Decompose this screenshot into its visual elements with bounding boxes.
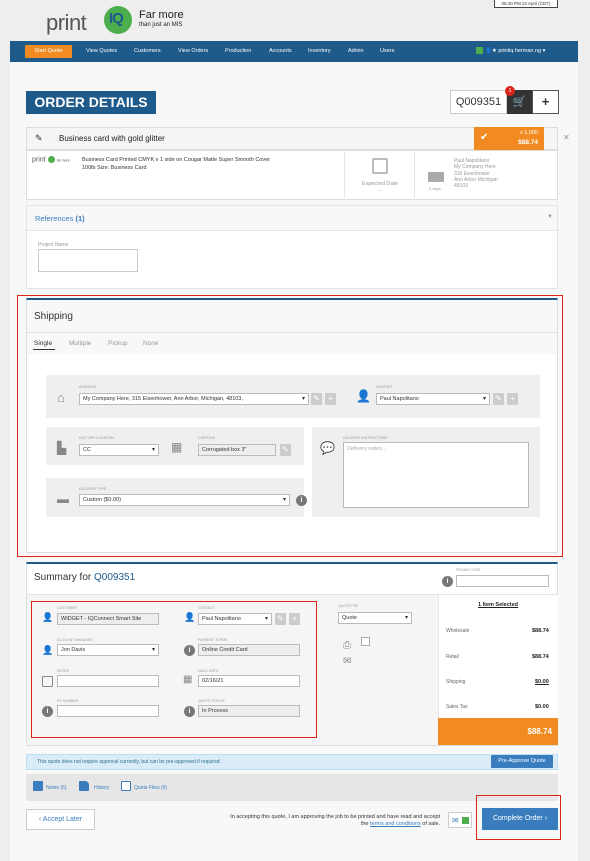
history-link[interactable]: History	[94, 785, 110, 791]
item-name: Business card with gold glitter	[59, 134, 165, 143]
add-item-button[interactable]: +	[532, 90, 559, 114]
expected-date: Expected Date...	[361, 181, 399, 193]
wholesale-label: Wholesale	[446, 628, 470, 634]
approval-alert: This quote does not require approval cur…	[26, 754, 558, 770]
chevron-down-icon[interactable]: ▼	[547, 214, 553, 220]
printiq-logo[interactable]: print IQ Far more than just an MIS	[46, 4, 196, 36]
email-quote-button[interactable]: ✉	[448, 812, 472, 828]
cart-count-badge: 1	[505, 86, 515, 96]
summary-highlight	[31, 601, 317, 738]
complete-highlight	[476, 795, 561, 840]
sales-tax-value: $0.00	[535, 704, 549, 710]
promo-label: PROMO CODE	[456, 568, 481, 572]
status-icon	[462, 817, 469, 824]
sales-tax-label: Sales Tax	[446, 704, 468, 710]
summary-title: Summary for Q009351	[34, 572, 136, 583]
image-file-icon	[121, 781, 131, 791]
status-icon	[476, 47, 483, 54]
quote-pdf-select[interactable]: Quote	[338, 612, 412, 624]
wholesale-value: $88.74	[532, 628, 549, 634]
notes-link[interactable]: Notes (6)	[46, 785, 67, 791]
acceptance-note: In accepting this quote, I am approving …	[230, 814, 440, 827]
terms-link[interactable]: terms and conditions	[370, 821, 421, 827]
main-nav: Start Quote View Quotes Customers View O…	[10, 41, 578, 62]
nav-users[interactable]: Users	[380, 48, 394, 54]
promo-code-input[interactable]	[456, 575, 549, 587]
start-quote-button[interactable]: Start Quote	[25, 45, 72, 58]
user-menu[interactable]: 👤★ printiq.herman.ng ▾	[476, 47, 545, 54]
logo-subtagline: than just an MIS	[139, 22, 183, 28]
email-icon: ✉	[452, 816, 459, 825]
nav-customers[interactable]: Customers	[134, 48, 161, 54]
nav-accounts[interactable]: Accounts	[269, 48, 292, 54]
accept-later-button[interactable]: ‹ Accept Later	[26, 809, 95, 830]
user-icon: 👤★	[485, 47, 499, 54]
notes-link-icon	[33, 781, 43, 791]
delivery-days: 2 days	[429, 186, 441, 191]
logo-word: print	[46, 10, 87, 35]
delivery-address: Paul Napolitano My Company Here 315 Eisenh…	[454, 158, 498, 190]
pencil-icon[interactable]: ✎	[35, 133, 43, 144]
pre-approve-button[interactable]: Pre-Approve Quote	[491, 755, 553, 768]
item-quantity: x 1,000	[519, 130, 538, 136]
project-name-label: Project Name	[38, 242, 69, 248]
shipping-value[interactable]: $0.00	[535, 679, 549, 685]
quote-number: Q009351	[450, 90, 507, 114]
logo-tagline: Far more	[139, 9, 184, 21]
project-name-input[interactable]	[38, 249, 138, 272]
close-icon[interactable]: ✕	[563, 133, 570, 142]
item-price: $88.74	[518, 139, 538, 146]
email-icon[interactable]: ✉	[343, 656, 351, 667]
page-title: ORDER DETAILS	[26, 91, 156, 114]
nav-inventory[interactable]: Inventory	[308, 48, 331, 54]
item-description: Business Card Printed CMYK x 1 side on C…	[82, 157, 271, 171]
mini-logo: print far more	[32, 156, 70, 164]
shipping-highlight	[17, 295, 563, 557]
quote-files-link[interactable]: Quote Files (6)	[134, 785, 167, 791]
folder-icon	[79, 781, 89, 791]
calendar-icon[interactable]	[372, 158, 388, 174]
check-icon: ✔	[480, 132, 489, 143]
clock: 06:40 PM 22 April (CDT)	[494, 0, 558, 8]
shipping-label: Shipping	[446, 679, 466, 685]
retail-value: $88.74	[532, 654, 549, 660]
nav-view-quotes[interactable]: View Quotes	[86, 48, 117, 54]
references-header[interactable]: References (1) ▼	[26, 205, 558, 231]
pdf-preview-image[interactable]	[361, 637, 370, 646]
retail-label: Retail	[446, 654, 459, 660]
logo-mark: IQ	[104, 6, 132, 34]
total-amount: $88.74	[438, 718, 558, 745]
nav-production[interactable]: Production	[225, 48, 251, 54]
item-price-panel[interactable]: ✔ x 1,000 $88.74	[474, 127, 544, 150]
truck-icon	[428, 172, 444, 182]
cart-icon: 🛒	[512, 96, 527, 108]
items-selected-link[interactable]: 1 Item Selected	[478, 602, 518, 608]
promo-info-icon[interactable]: i	[442, 576, 453, 587]
quote-pdf-label: QUOTE PDF	[338, 604, 359, 608]
nav-view-orders[interactable]: View Orders	[178, 48, 208, 54]
nav-admin[interactable]: Admin	[348, 48, 364, 54]
print-icon[interactable]: ⎙	[343, 640, 351, 651]
